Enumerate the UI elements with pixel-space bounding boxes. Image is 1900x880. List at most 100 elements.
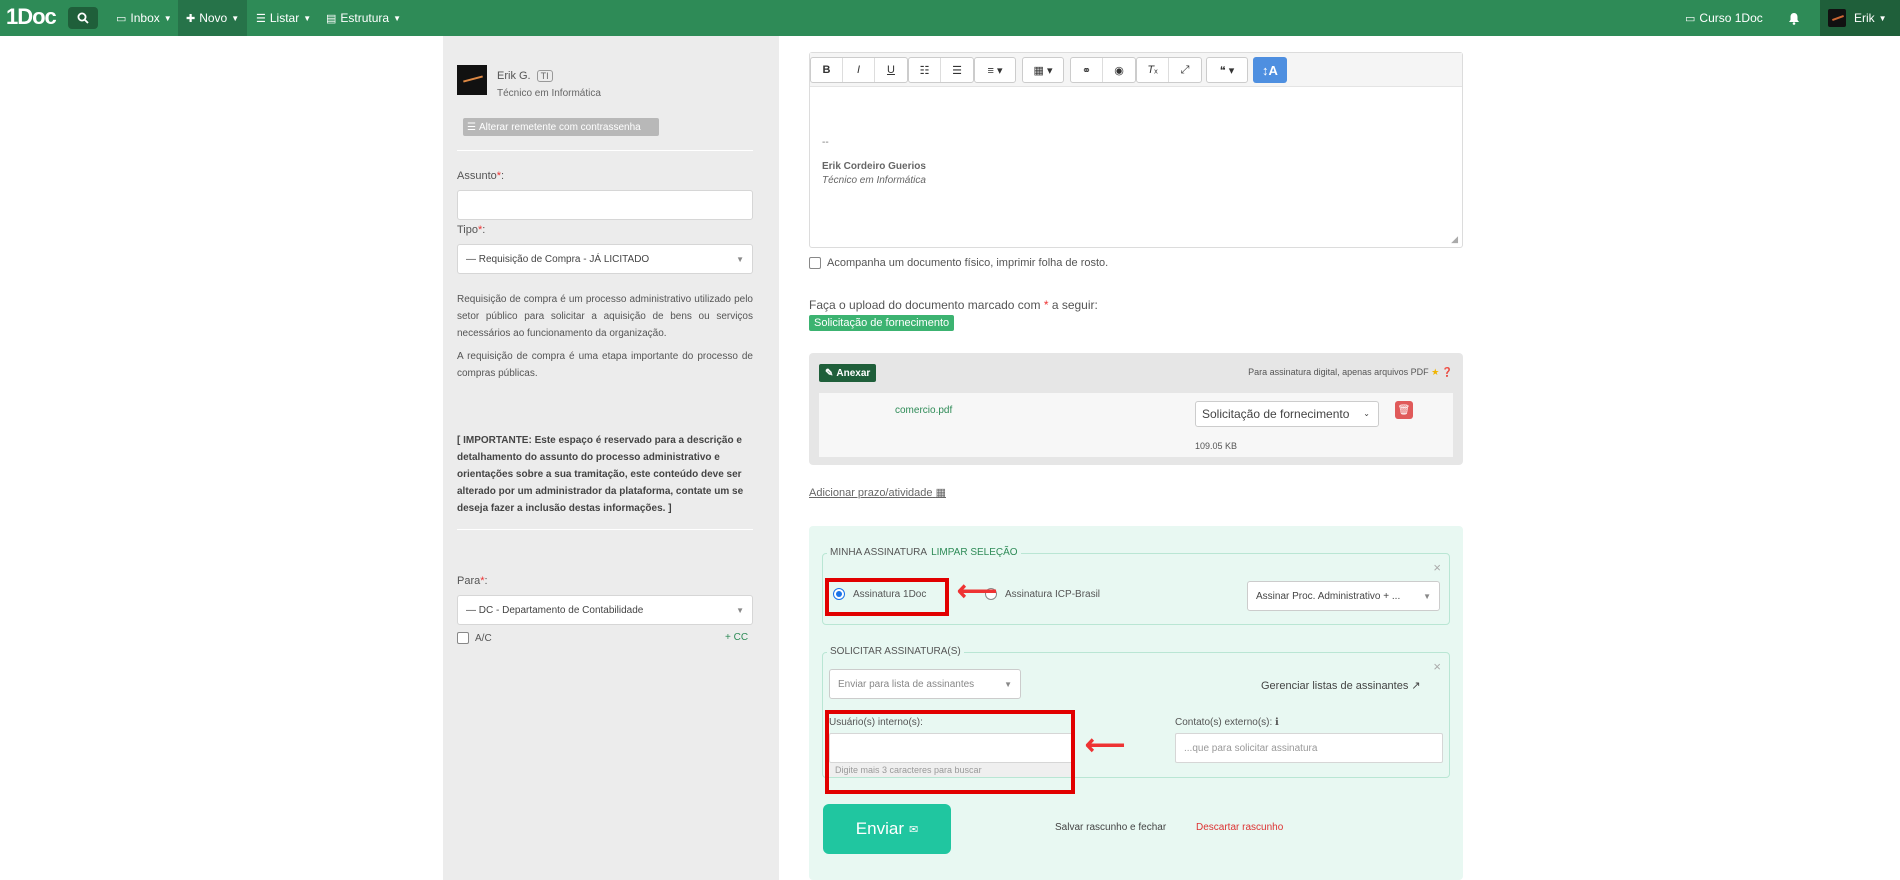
- nav-listar[interactable]: ☰ Listar ▼: [248, 0, 319, 36]
- tipo-label-text: Tipo: [457, 224, 478, 236]
- nav-estrutura-label: Estrutura: [340, 11, 390, 25]
- nav-estrutura[interactable]: ▤ Estrutura ▼: [318, 0, 409, 36]
- format-group: B I U: [810, 57, 908, 83]
- upload-instruction-text-end: a seguir:: [1051, 298, 1098, 312]
- inbox-icon: ▭: [116, 12, 127, 25]
- info-icon: ℹ: [1275, 717, 1279, 728]
- paperclip-icon: ✎: [825, 367, 834, 379]
- sender-name: Erik G.: [497, 70, 531, 82]
- font-size-button[interactable]: ↕A: [1253, 57, 1287, 83]
- search-button[interactable]: [68, 7, 98, 29]
- underline-icon: U: [887, 64, 895, 76]
- clear-format-icon: Tₓ: [1147, 64, 1158, 76]
- radio-icp-signature[interactable]: Assinatura ICP-Brasil: [985, 588, 1100, 600]
- change-sender-label: Alterar remetente com contrassenha: [478, 121, 641, 133]
- numbered-list-button[interactable]: ☰: [941, 58, 973, 82]
- highlight-box-1doc: [825, 578, 949, 616]
- add-deadline-link[interactable]: Adicionar prazo/atividade ▦: [809, 486, 946, 499]
- manage-lists-link[interactable]: Gerenciar listas de assinantes ↗: [1261, 679, 1421, 692]
- save-draft-link[interactable]: Salvar rascunho e fechar: [1055, 822, 1166, 833]
- nav-inbox[interactable]: ▭ Inbox ▼: [108, 0, 180, 36]
- change-sender-button[interactable]: ☰ Alterar remetente com contrassenha: [463, 118, 659, 136]
- bold-button[interactable]: B: [811, 58, 843, 82]
- ac-checkbox[interactable]: [457, 632, 469, 644]
- clear-selection-link[interactable]: LIMPAR SELEÇÃO: [931, 547, 1018, 558]
- preview-button[interactable]: ◉: [1103, 58, 1135, 82]
- nav-novo[interactable]: ✚ Novo ▼: [178, 0, 247, 36]
- chevron-down-icon: ⌄: [1363, 409, 1370, 418]
- nav-curso[interactable]: ▭ Curso 1Doc: [1677, 0, 1771, 36]
- resize-handle-icon[interactable]: ◢: [1451, 234, 1458, 245]
- sender-avatar: [457, 65, 487, 95]
- quote-button[interactable]: ❝ ▾: [1207, 58, 1247, 82]
- nav-curso-label: Curso 1Doc: [1699, 11, 1763, 25]
- link-button[interactable]: ⚭: [1071, 58, 1103, 82]
- required-mark: *: [1043, 298, 1049, 312]
- numbered-list-icon: ☰: [952, 64, 962, 77]
- para-select[interactable]: — DC - Departamento de Contabilidade ▼: [457, 595, 753, 625]
- clear-format-button[interactable]: Tₓ: [1137, 58, 1169, 82]
- external-contacts-label-text: Contato(s) externo(s):: [1175, 717, 1273, 728]
- fullscreen-button[interactable]: ⤢: [1169, 58, 1201, 82]
- send-button[interactable]: Enviar ✉: [823, 804, 951, 854]
- notifications-button[interactable]: [1780, 0, 1808, 36]
- plus-icon: ✚: [186, 12, 196, 25]
- user-menu[interactable]: Erik ▼: [1820, 0, 1900, 36]
- bold-icon: B: [822, 64, 831, 76]
- calendar-icon: ▦: [935, 487, 946, 499]
- signer-list-select[interactable]: Enviar para lista de assinantes ▼: [829, 669, 1021, 699]
- help-icon[interactable]: ❓: [1442, 367, 1453, 377]
- user-menu-label: Erik: [1854, 11, 1875, 25]
- label-colon: :: [484, 575, 488, 587]
- insert-group: ⚭ ◉: [1070, 57, 1136, 83]
- assunto-input[interactable]: [457, 190, 753, 220]
- discard-draft-link[interactable]: Descartar rascunho: [1196, 822, 1283, 833]
- italic-button[interactable]: I: [843, 58, 875, 82]
- physical-doc-row[interactable]: Acompanha um documento físico, imprimir …: [809, 257, 1108, 269]
- close-icon[interactable]: ×: [1433, 659, 1441, 674]
- signature-role: Técnico em Informática: [822, 175, 926, 186]
- para-select-value: — DC - Departamento de Contabilidade: [466, 604, 644, 616]
- tipo-description: Requisição de compra é um processo admin…: [457, 294, 753, 339]
- radio-icp-label: Assinatura ICP-Brasil: [1005, 588, 1101, 600]
- brand-logo[interactable]: 1Doc: [6, 4, 57, 30]
- envelope-icon: ✉: [908, 823, 919, 836]
- nav-inbox-label: Inbox: [130, 11, 160, 25]
- external-contacts-input[interactable]: ...que para solicitar assinatura: [1175, 733, 1443, 763]
- required-doc-tag: Solicitação de fornecimento: [809, 315, 955, 331]
- file-type-select[interactable]: Solicitação de fornecimento ⌄: [1195, 401, 1379, 427]
- physical-doc-label: Acompanha um documento físico, imprimir …: [827, 257, 1109, 269]
- add-cc-link[interactable]: + CC: [725, 632, 748, 643]
- caret-down-icon: ▼: [1423, 592, 1431, 601]
- sender-form-panel: Erik G. TI Técnico em Informática ☰ Altera…: [443, 36, 779, 880]
- list-icon: ☰: [256, 12, 266, 25]
- sign-type-select[interactable]: Assinar Proc. Administrativo + ... ▼: [1247, 581, 1440, 611]
- caret-down-icon: ▼: [736, 606, 744, 615]
- physical-doc-checkbox[interactable]: [809, 257, 821, 269]
- my-signature-legend: MINHA ASSINATURA LIMPAR SELEÇÃO: [827, 547, 1021, 558]
- quote-icon: ❝ ▾: [1219, 64, 1235, 77]
- delete-file-button[interactable]: 🗑: [1395, 401, 1413, 419]
- ac-checkbox-row[interactable]: A/C: [457, 632, 492, 644]
- caret-down-icon: ▼: [163, 13, 172, 23]
- bullet-list-button[interactable]: ☷: [909, 58, 941, 82]
- underline-button[interactable]: U: [875, 58, 907, 82]
- my-signature-title: MINHA ASSINATURA: [830, 547, 928, 558]
- table-button[interactable]: ▦ ▾: [1023, 58, 1063, 82]
- file-name-link[interactable]: comercio.pdf: [895, 405, 952, 416]
- link-icon: ⚭: [1081, 64, 1092, 77]
- attach-button[interactable]: ✎ Anexar: [819, 364, 877, 382]
- close-icon[interactable]: ×: [1433, 560, 1441, 575]
- align-button[interactable]: ≡ ▾: [975, 58, 1015, 82]
- pdf-note-text: Para assinatura digital, apenas arquivos…: [1248, 367, 1429, 377]
- para-label-text: Para: [457, 575, 481, 587]
- list-icon: ☰: [467, 121, 476, 133]
- tipo-select[interactable]: — Requisição de Compra - JÁ LICITADO ▼: [457, 244, 753, 274]
- caret-down-icon: ▼: [736, 255, 744, 264]
- bullet-list-icon: ☷: [919, 64, 930, 77]
- external-link-icon: ↗: [1411, 680, 1421, 692]
- rich-text-editor[interactable]: B I U ☷ ☰ ≡ ▾ ▦ ▾ ⚭ ◉ Tₓ ⤢ ❝ ▾ ↕A -- Eri…: [809, 52, 1463, 248]
- tipo-description-2: A requisição de compra é uma etapa impor…: [457, 351, 753, 379]
- signature-panel: MINHA ASSINATURA LIMPAR SELEÇÃO × Assinat…: [809, 526, 1463, 880]
- assunto-label-text: Assunto: [457, 170, 497, 182]
